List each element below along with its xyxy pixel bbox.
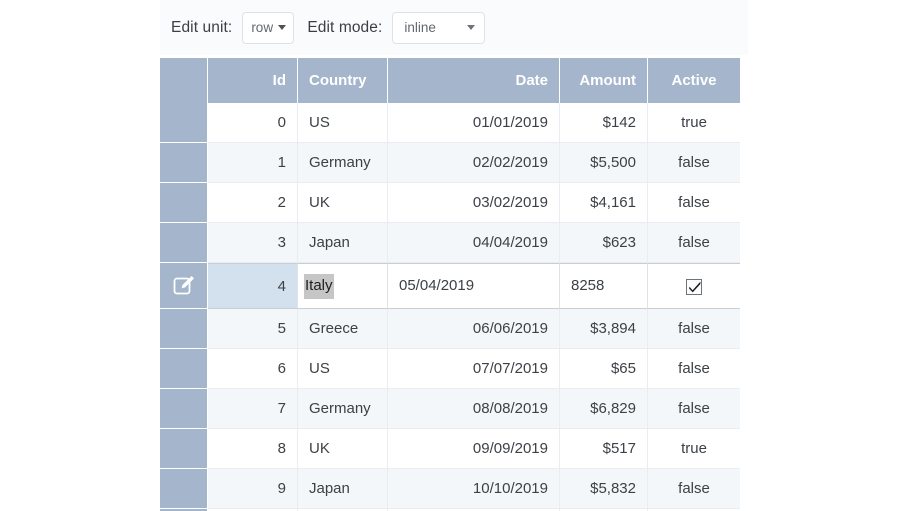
cell-date[interactable]: 06/06/2019 bbox=[388, 309, 560, 349]
edit-pencil-icon[interactable] bbox=[172, 275, 196, 294]
cell-active[interactable]: false bbox=[648, 349, 740, 389]
table-row[interactable]: 1 Germany 02/02/2019 $5,500 false bbox=[160, 143, 740, 183]
cell-id[interactable]: 5 bbox=[208, 309, 298, 349]
row-selector-cell[interactable] bbox=[160, 223, 208, 263]
cell-country[interactable]: Greece bbox=[298, 309, 388, 349]
cell-id[interactable]: 0 bbox=[208, 103, 298, 143]
cell-active[interactable]: true bbox=[648, 429, 740, 469]
cell-country[interactable]: Japan bbox=[298, 469, 388, 509]
cell-amount[interactable]: $517 bbox=[560, 429, 648, 469]
cell-country[interactable]: UK bbox=[298, 429, 388, 469]
edit-unit-label: Edit unit: bbox=[171, 18, 233, 36]
grid-header: Id Country Date Amount Active bbox=[160, 58, 740, 103]
table-row[interactable]: 9 Japan 10/10/2019 $5,832 false bbox=[160, 469, 740, 509]
grid-body: 0 US 01/01/2019 $142 true 1 Germany 02/02/2019 $… bbox=[160, 103, 740, 511]
cell-active[interactable]: false bbox=[648, 143, 740, 183]
table-row[interactable]: 8 UK 09/09/2019 $517 true bbox=[160, 429, 740, 469]
cell-id[interactable]: 6 bbox=[208, 349, 298, 389]
row-selector-cell[interactable] bbox=[160, 183, 208, 223]
cell-active[interactable]: false bbox=[648, 183, 740, 223]
cell-amount[interactable]: $4,161 bbox=[560, 183, 648, 223]
cell-active[interactable]: false bbox=[648, 223, 740, 263]
row-selector-cell[interactable] bbox=[160, 309, 208, 349]
cell-active-editor[interactable] bbox=[648, 263, 740, 309]
table-row[interactable]: 3 Japan 04/04/2019 $623 false bbox=[160, 223, 740, 263]
table-row[interactable]: 5 Greece 06/06/2019 $3,894 false bbox=[160, 309, 740, 349]
cell-country[interactable]: UK bbox=[298, 183, 388, 223]
table-row[interactable]: 7 Germany 08/08/2019 $6,829 false bbox=[160, 389, 740, 429]
cell-country[interactable]: Germany bbox=[298, 143, 388, 183]
cell-id[interactable]: 4 bbox=[208, 263, 298, 309]
cell-active[interactable]: false bbox=[648, 469, 740, 509]
column-header-country[interactable]: Country bbox=[298, 58, 388, 103]
cell-date[interactable]: 10/10/2019 bbox=[388, 469, 560, 509]
row-selector-cell[interactable] bbox=[160, 103, 208, 143]
edit-mode-label: Edit mode: bbox=[307, 18, 383, 36]
cell-amount[interactable]: $623 bbox=[560, 223, 648, 263]
cell-country[interactable]: US bbox=[298, 103, 388, 143]
cell-amount[interactable]: $5,832 bbox=[560, 469, 648, 509]
column-header-amount[interactable]: Amount bbox=[560, 58, 648, 103]
column-header-active[interactable]: Active bbox=[648, 58, 740, 103]
cell-country[interactable]: Germany bbox=[298, 389, 388, 429]
cell-amount[interactable]: $65 bbox=[560, 349, 648, 389]
country-input-selected-text: Italy bbox=[304, 273, 334, 299]
header-row: Id Country Date Amount Active bbox=[160, 58, 740, 103]
row-selector-cell[interactable] bbox=[160, 143, 208, 183]
cell-active[interactable]: true bbox=[648, 103, 740, 143]
cell-id[interactable]: 3 bbox=[208, 223, 298, 263]
edit-mode-select[interactable]: inline bbox=[392, 11, 486, 44]
chevron-down-icon bbox=[278, 25, 287, 30]
grid-demo-page: Edit unit: row Edit mode: inline Id Coun… bbox=[0, 0, 908, 511]
cell-id[interactable]: 2 bbox=[208, 183, 298, 223]
table-row[interactable]: 2 UK 03/02/2019 $4,161 false bbox=[160, 183, 740, 223]
cell-date[interactable]: 04/04/2019 bbox=[388, 223, 560, 263]
cell-active[interactable]: false bbox=[648, 389, 740, 429]
table-row[interactable]: 0 US 01/01/2019 $142 true bbox=[160, 103, 740, 143]
cell-date[interactable]: 08/08/2019 bbox=[388, 389, 560, 429]
cell-date[interactable]: 09/09/2019 bbox=[388, 429, 560, 469]
cell-id[interactable]: 7 bbox=[208, 389, 298, 429]
country-input[interactable]: Italy bbox=[304, 273, 334, 299]
row-selector-cell[interactable] bbox=[160, 349, 208, 389]
column-header-date[interactable]: Date bbox=[388, 58, 560, 103]
edit-unit-select[interactable]: row bbox=[242, 11, 295, 44]
cell-active[interactable]: false bbox=[648, 309, 740, 349]
amount-input[interactable]: 8258 bbox=[566, 271, 641, 301]
table-row-editing[interactable]: 4 Italy 05/04/2019 8258 bbox=[160, 263, 740, 309]
cell-amount[interactable]: $142 bbox=[560, 103, 648, 143]
row-selector-cell[interactable] bbox=[160, 429, 208, 469]
cell-id[interactable]: 1 bbox=[208, 143, 298, 183]
chevron-down-icon bbox=[467, 25, 476, 30]
cell-country[interactable]: US bbox=[298, 349, 388, 389]
cell-date-editor[interactable]: 05/04/2019 bbox=[388, 263, 560, 309]
cell-id[interactable]: 8 bbox=[208, 429, 298, 469]
column-header-handle[interactable] bbox=[160, 58, 208, 103]
cell-date[interactable]: 03/02/2019 bbox=[388, 183, 560, 223]
table-row[interactable]: 6 US 07/07/2019 $65 false bbox=[160, 349, 740, 389]
cell-country[interactable]: Japan bbox=[298, 223, 388, 263]
row-selector-cell[interactable] bbox=[160, 469, 208, 509]
edit-mode-selected-value: inline bbox=[404, 20, 436, 35]
cell-date[interactable]: 02/02/2019 bbox=[388, 143, 560, 183]
edit-toolbar: Edit unit: row Edit mode: inline bbox=[160, 0, 748, 55]
row-edit-button[interactable] bbox=[160, 263, 208, 309]
column-header-id[interactable]: Id bbox=[208, 58, 298, 103]
date-input[interactable]: 05/04/2019 bbox=[394, 271, 553, 301]
cell-date[interactable]: 01/01/2019 bbox=[388, 103, 560, 143]
active-checkbox[interactable] bbox=[686, 278, 702, 295]
data-grid: Id Country Date Amount Active 0 US 01/01/2… bbox=[160, 58, 740, 511]
cell-amount-editor[interactable]: 8258 bbox=[560, 263, 648, 309]
cell-amount[interactable]: $3,894 bbox=[560, 309, 648, 349]
cell-amount[interactable]: $5,500 bbox=[560, 143, 648, 183]
cell-amount[interactable]: $6,829 bbox=[560, 389, 648, 429]
cell-country-editor[interactable]: Italy bbox=[298, 263, 388, 309]
edit-unit-selected-value: row bbox=[251, 20, 274, 35]
cell-id[interactable]: 9 bbox=[208, 469, 298, 509]
row-selector-cell[interactable] bbox=[160, 389, 208, 429]
cell-date[interactable]: 07/07/2019 bbox=[388, 349, 560, 389]
